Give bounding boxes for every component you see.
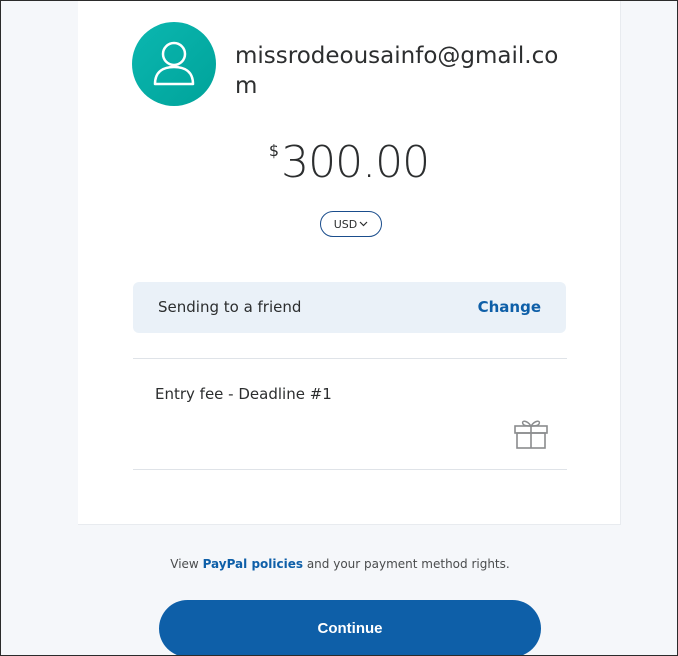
divider <box>133 469 567 470</box>
amount-value: 300.00 <box>281 137 430 188</box>
chevron-down-icon <box>359 219 368 230</box>
avatar <box>132 22 216 106</box>
gift-icon[interactable] <box>513 417 549 453</box>
paypal-policies-link[interactable]: PayPal policies <box>203 557 303 571</box>
payment-type-label: Sending to a friend <box>158 298 302 316</box>
amount-display[interactable]: $300.00 <box>78 137 620 188</box>
user-icon <box>153 41 195 86</box>
change-button[interactable]: Change <box>478 298 541 316</box>
policy-text: View PayPal policies and your payment me… <box>1 557 677 571</box>
policy-suffix: and your payment method rights. <box>303 557 510 571</box>
currency-selector[interactable]: USD <box>320 211 382 237</box>
divider <box>133 358 567 359</box>
note-field[interactable]: Entry fee - Deadline #1 <box>155 385 332 403</box>
currency-symbol: $ <box>268 141 280 160</box>
payment-card: missrodeousainfo@gmail.com $300.00 USD S… <box>78 1 621 525</box>
continue-button[interactable]: Continue <box>159 600 541 655</box>
recipient-email: missrodeousainfo@gmail.com <box>235 43 559 99</box>
currency-code: USD <box>333 217 358 231</box>
payment-type-panel: Sending to a friend Change <box>133 282 566 333</box>
policy-prefix: View <box>170 557 203 571</box>
window-frame: missrodeousainfo@gmail.com $300.00 USD S… <box>0 0 678 656</box>
